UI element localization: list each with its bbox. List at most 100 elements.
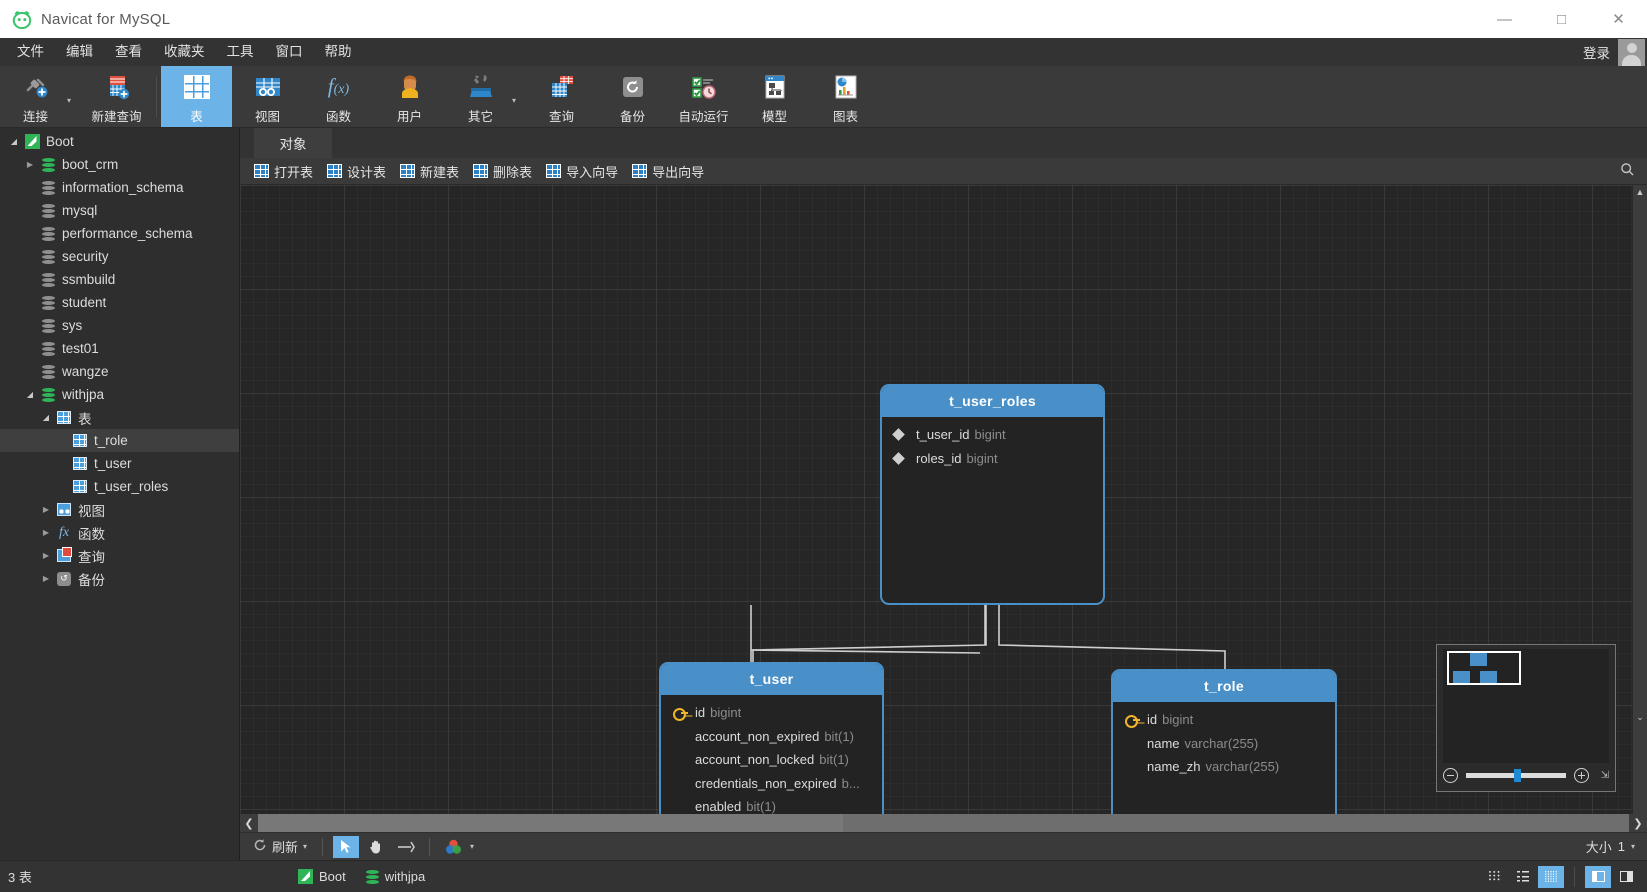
login-button[interactable]: 登录	[1575, 42, 1618, 62]
new-table-button[interactable]: 新建表	[394, 160, 465, 183]
refresh-button[interactable]: 刷新 ▾	[248, 835, 312, 858]
column-row[interactable]: account_non_expired bit(1)	[661, 725, 882, 749]
maximize-button[interactable]: □	[1533, 0, 1590, 38]
sidebar-item-t_user[interactable]: t_user	[0, 452, 239, 475]
split-right-icon[interactable]	[1613, 866, 1639, 888]
sidebar-item-boot_crm[interactable]: ▶ boot_crm	[0, 153, 239, 176]
scroll-left-icon[interactable]: ❮	[240, 814, 258, 832]
sidebar-item-tables-folder[interactable]: ◢ 表	[0, 406, 239, 429]
zoom-slider-thumb[interactable]	[1514, 768, 1521, 782]
detail-view-icon[interactable]	[1538, 865, 1564, 888]
twisty-closed-icon[interactable]: ▶	[38, 528, 54, 537]
column-row[interactable]: account_non_locked bit(1)	[661, 748, 882, 772]
design-table-button[interactable]: 设计表	[321, 160, 392, 183]
column-row[interactable]: id bigint	[1113, 708, 1335, 732]
sidebar-item-t_user_roles[interactable]: t_user_roles	[0, 475, 239, 498]
sidebar-item-wangze[interactable]: wangze	[0, 360, 239, 383]
sidebar-item-security[interactable]: security	[0, 245, 239, 268]
menu-view[interactable]: 查看	[104, 41, 153, 63]
minimap-viewport[interactable]	[1447, 651, 1521, 685]
toolbar-model[interactable]: 模型	[739, 66, 810, 127]
color-palette-icon[interactable]	[440, 836, 466, 858]
zoom-slider[interactable]	[1466, 768, 1566, 782]
entity-t_user_roles[interactable]: t_user_roles t_user_id bigint roles_id b…	[880, 384, 1105, 605]
sidebar-item-withjpa[interactable]: ◢ withjpa	[0, 383, 239, 406]
refresh-caret-icon[interactable]: ▾	[303, 842, 307, 851]
open-table-button[interactable]: 打开表	[248, 160, 319, 183]
list-view-icon[interactable]	[1510, 866, 1536, 888]
sidebar-item-performance_schema[interactable]: performance_schema	[0, 222, 239, 245]
export-wizard-button[interactable]: 导出向导	[626, 160, 710, 183]
column-row[interactable]: credentials_non_expired b...	[661, 772, 882, 796]
entity-t_role[interactable]: t_role id bigint name varchar(255) name_…	[1111, 669, 1337, 814]
minimap-panel[interactable]: ⇲	[1436, 644, 1616, 792]
twisty-open-icon[interactable]: ◢	[6, 137, 22, 146]
column-row[interactable]: t_user_id bigint	[882, 423, 1103, 447]
user-avatar-icon[interactable]	[1618, 38, 1645, 66]
sidebar-item-functions-folder[interactable]: ▶ fx 函数	[0, 521, 239, 544]
sidebar-item-student[interactable]: student	[0, 291, 239, 314]
twisty-open-icon[interactable]: ◢	[22, 390, 38, 399]
toolbar-automation[interactable]: 自动运行	[668, 66, 739, 127]
object-tree-sidebar[interactable]: ◢ Boot ▶ boot_crm information_schema mys…	[0, 128, 240, 860]
toolbar-view[interactable]: 视图	[232, 66, 303, 127]
menu-tools[interactable]: 工具	[216, 41, 265, 63]
twisty-open-icon[interactable]: ◢	[38, 413, 54, 422]
close-button[interactable]: ✕	[1590, 0, 1647, 38]
toolbar-query[interactable]: 查询	[526, 66, 597, 127]
sidebar-item-queries-folder[interactable]: ▶ 查询	[0, 544, 239, 567]
column-row[interactable]: name varchar(255)	[1113, 732, 1335, 756]
hand-tool-icon[interactable]	[363, 836, 389, 858]
menu-edit[interactable]: 编辑	[55, 41, 104, 63]
search-icon[interactable]	[1620, 162, 1635, 180]
import-wizard-button[interactable]: 导入向导	[540, 160, 624, 183]
sidebar-item-views-folder[interactable]: ▶ 视图	[0, 498, 239, 521]
grid-view-icon[interactable]	[1482, 866, 1508, 888]
relation-tool-icon[interactable]	[393, 836, 419, 858]
toolbar-other[interactable]: 其它	[445, 66, 516, 127]
zoom-out-icon[interactable]	[1443, 767, 1458, 783]
sidebar-item-backups-folder[interactable]: ▶ ↺ 备份	[0, 567, 239, 590]
sidebar-item-sys[interactable]: sys	[0, 314, 239, 337]
toolbar-backup[interactable]: 备份	[597, 66, 668, 127]
minimap-collapse-icon[interactable]: ⌄	[1633, 710, 1647, 724]
resize-grip-icon[interactable]: ⇲	[1597, 770, 1609, 781]
tab-objects[interactable]: 对象	[254, 128, 332, 158]
sidebar-item-information_schema[interactable]: information_schema	[0, 176, 239, 199]
column-row[interactable]: name_zh varchar(255)	[1113, 755, 1335, 779]
twisty-closed-icon[interactable]: ▶	[38, 574, 54, 583]
toolbar-connection[interactable]: 连接	[0, 66, 71, 127]
zoom-in-icon[interactable]	[1574, 767, 1589, 783]
status-database[interactable]: withjpa	[365, 869, 425, 884]
menu-favorites[interactable]: 收藏夹	[153, 41, 216, 63]
color-caret-icon[interactable]: ▾	[470, 842, 474, 851]
toolbar-user[interactable]: 用户	[374, 66, 445, 127]
hscroll-thumb[interactable]	[258, 814, 843, 832]
status-connection[interactable]: Boot	[298, 869, 346, 884]
toolbar-new-query[interactable]: 新建查询	[81, 66, 152, 127]
column-row[interactable]: roles_id bigint	[882, 447, 1103, 471]
sidebar-item-boot[interactable]: ◢ Boot	[0, 130, 239, 153]
sidebar-item-test01[interactable]: test01	[0, 337, 239, 360]
menu-file[interactable]: 文件	[6, 41, 55, 63]
diagram-canvas[interactable]: t_user_roles t_user_id bigint roles_id b…	[240, 185, 1632, 814]
sidebar-item-ssmbuild[interactable]: ssmbuild	[0, 268, 239, 291]
canvas-vertical-scrollbar[interactable]: ▲ ⌄	[1632, 185, 1647, 814]
twisty-closed-icon[interactable]: ▶	[22, 160, 38, 169]
menu-window[interactable]: 窗口	[265, 41, 314, 63]
toolbar-chart[interactable]: 图表	[810, 66, 881, 127]
twisty-closed-icon[interactable]: ▶	[38, 505, 54, 514]
sidebar-item-t_role[interactable]: t_role	[0, 429, 239, 452]
sidebar-item-mysql[interactable]: mysql	[0, 199, 239, 222]
canvas-horizontal-scrollbar[interactable]: ❮ ❯	[240, 814, 1647, 832]
toolbar-function[interactable]: f(x) 函数	[303, 66, 374, 127]
twisty-closed-icon[interactable]: ▶	[38, 551, 54, 560]
minimize-button[interactable]: —	[1476, 0, 1533, 38]
delete-table-button[interactable]: 删除表	[467, 160, 538, 183]
hscroll-track[interactable]	[258, 814, 1629, 832]
scroll-up-icon[interactable]: ▲	[1633, 185, 1647, 199]
scroll-right-icon[interactable]: ❯	[1629, 814, 1647, 832]
column-row[interactable]: id bigint	[661, 701, 882, 725]
size-caret-icon[interactable]: ▾	[1631, 842, 1635, 851]
toolbar-table[interactable]: 表	[161, 66, 232, 127]
